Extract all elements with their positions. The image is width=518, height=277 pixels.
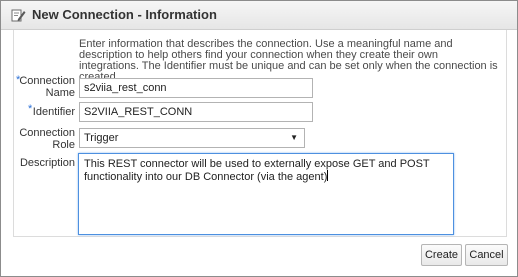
intro-text: Enter information that describes the con…: [79, 38, 498, 83]
connection-name-label: Connection Name: [19, 75, 75, 99]
connection-name-input[interactable]: s2viia_rest_conn: [79, 78, 313, 98]
create-button[interactable]: Create: [421, 244, 462, 266]
description-label: Description: [19, 157, 75, 169]
description-textarea[interactable]: This REST connector will be used to exte…: [78, 153, 454, 235]
dialog-title-bar: New Connection - Information: [1, 1, 517, 30]
identifier-label: Identifier: [32, 106, 75, 118]
description-text: This REST connector will be used to exte…: [84, 158, 430, 183]
new-connection-dialog: New Connection - Information Enter infor…: [0, 0, 518, 277]
dialog-title: New Connection - Information: [32, 7, 217, 22]
text-caret: [327, 170, 329, 181]
dropdown-arrow-icon: ▼: [290, 133, 298, 142]
edit-connection-icon: [11, 9, 26, 22]
connection-role-select[interactable]: Trigger ▼: [79, 128, 305, 148]
identifier-input[interactable]: S2VIIA_REST_CONN: [79, 102, 313, 122]
cancel-button[interactable]: Cancel: [465, 244, 508, 266]
connection-role-value: Trigger: [84, 132, 119, 144]
connection-role-label: Connection Role: [19, 127, 75, 151]
dialog-body: Enter information that describes the con…: [13, 30, 507, 237]
required-marker: *: [28, 103, 33, 115]
